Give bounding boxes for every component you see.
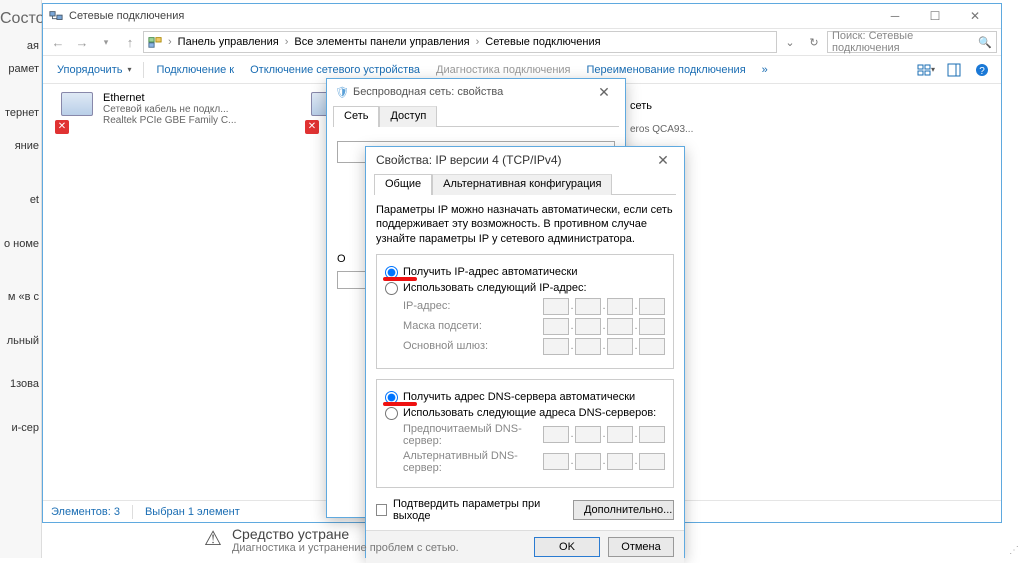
- adapter-wifi-labels: сеть eros QCA93...: [630, 100, 750, 135]
- preview-pane-button[interactable]: [943, 59, 965, 81]
- radio-ip-manual[interactable]: Использовать следующий IP-адрес:: [385, 282, 665, 295]
- search-input[interactable]: Поиск: Сетевые подключения 🔍: [827, 31, 997, 53]
- status-heading: Состояние: [0, 0, 41, 35]
- adapter-ethernet[interactable]: ✕ Ethernet Сетевой кабель не подкл... Re…: [55, 92, 265, 134]
- ip-address-field: ...: [543, 298, 665, 315]
- minimize-button[interactable]: ─: [875, 6, 915, 26]
- titlebar[interactable]: Сетевые подключения ─ ☐ ✕: [43, 4, 1001, 28]
- confirm-label: Подтвердить параметры при выходе: [393, 498, 561, 522]
- svg-text:?: ?: [979, 66, 985, 77]
- window-title: Сетевые подключения: [69, 10, 875, 22]
- bc-2[interactable]: Все элементы панели управления: [294, 36, 469, 48]
- more-button[interactable]: »: [756, 61, 774, 79]
- breadcrumb[interactable]: › Панель управления › Все элементы панел…: [143, 31, 777, 53]
- troubleshooter-tile[interactable]: ⚠ Средство устране Диагностика и устране…: [204, 526, 1008, 558]
- address-bar: ← → ▾ ↑ › Панель управления › Все элемен…: [43, 28, 1001, 56]
- close-icon[interactable]: ✕: [591, 84, 617, 101]
- shield-icon: 🛡: [335, 86, 349, 99]
- network-icon: [49, 9, 63, 23]
- forward-button[interactable]: →: [71, 31, 93, 53]
- dns1-field: ...: [543, 426, 665, 443]
- dns-fieldset: Получить адрес DNS-сервера автоматически…: [376, 379, 674, 488]
- dns2-field: ...: [543, 453, 665, 470]
- ip-fieldset: Получить IP-адрес автоматически Использо…: [376, 254, 674, 369]
- error-x-icon: ✕: [305, 120, 319, 134]
- tab-network[interactable]: Сеть: [333, 106, 379, 127]
- breadcrumb-dropdown[interactable]: ⌄: [779, 36, 801, 49]
- back-button[interactable]: ←: [47, 31, 69, 53]
- tab-access[interactable]: Доступ: [379, 106, 437, 127]
- radio-ip-auto[interactable]: Получить IP-адрес автоматически: [385, 266, 665, 279]
- error-x-icon: ✕: [55, 120, 69, 134]
- subnet-mask-field: ...: [543, 318, 665, 335]
- gateway-field: ...: [543, 338, 665, 355]
- history-dropdown[interactable]: ▾: [95, 31, 117, 53]
- resize-grip-icon[interactable]: ⋰: [1009, 545, 1020, 556]
- up-button[interactable]: ↑: [119, 31, 141, 53]
- close-icon[interactable]: ✕: [650, 152, 676, 169]
- warning-icon: ⚠: [204, 526, 222, 551]
- diagnose-button[interactable]: Диагностика подключения: [430, 61, 576, 79]
- selection-count: Выбран 1 элемент: [145, 506, 240, 518]
- rename-button[interactable]: Переименование подключения: [581, 61, 752, 79]
- disable-device-button[interactable]: Отключение сетевого устройства: [244, 61, 426, 79]
- control-panel-icon: [148, 35, 162, 49]
- network-adapter-icon: ✕: [55, 92, 97, 134]
- maximize-button[interactable]: ☐: [915, 6, 955, 26]
- highlight-mark: [383, 277, 417, 281]
- intro-text: Параметры IP можно назначать автоматичес…: [376, 203, 674, 246]
- refresh-button[interactable]: ↻: [803, 36, 825, 49]
- help-button[interactable]: ?: [971, 59, 993, 81]
- connect-to-button[interactable]: Подключение к: [150, 61, 240, 79]
- left-cut-panel: Состояние ая рамет тернет яние et о номе…: [0, 0, 42, 558]
- radio-dns-manual[interactable]: Использовать следующие адреса DNS-сервер…: [385, 407, 665, 420]
- bc-1[interactable]: Панель управления: [178, 36, 279, 48]
- tab-general[interactable]: Общие: [374, 174, 432, 195]
- highlight-mark: [383, 402, 417, 406]
- view-options-button[interactable]: ▾: [915, 59, 937, 81]
- tab-alternate[interactable]: Альтернативная конфигурация: [432, 174, 612, 195]
- dialog-titlebar[interactable]: 🛡 Беспроводная сеть: свойства ✕: [327, 79, 625, 105]
- item-count: Элементов: 3: [51, 506, 120, 518]
- radio-dns-auto[interactable]: Получить адрес DNS-сервера автоматически: [385, 391, 665, 404]
- advanced-button[interactable]: Дополнительно...: [573, 500, 674, 520]
- organize-menu[interactable]: Упорядочить: [51, 61, 137, 79]
- ipv4-properties-dialog: Свойства: IP версии 4 (TCP/IPv4) ✕ Общие…: [365, 146, 685, 558]
- confirm-checkbox[interactable]: [376, 504, 387, 516]
- search-icon: 🔍: [978, 36, 992, 49]
- close-button[interactable]: ✕: [955, 6, 995, 26]
- dialog-titlebar[interactable]: Свойства: IP версии 4 (TCP/IPv4) ✕: [366, 147, 684, 173]
- bc-3[interactable]: Сетевые подключения: [485, 36, 600, 48]
